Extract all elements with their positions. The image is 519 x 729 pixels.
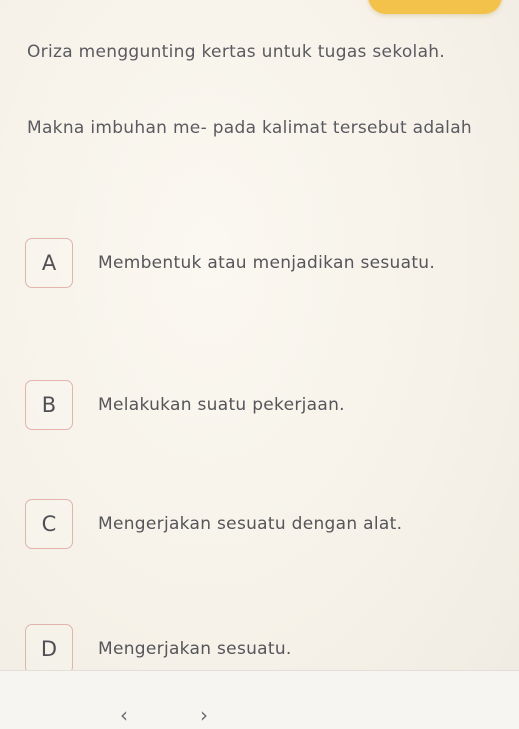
question-text: Oriza menggunting kertas untuk tugas sek… [27, 32, 497, 184]
option-a[interactable]: A Membentuk atau menjadikan sesuatu. [25, 238, 478, 288]
option-c[interactable]: C Mengerjakan sesuatu dengan alat. [25, 499, 478, 549]
option-a-text: Membentuk atau menjadikan sesuatu. [98, 253, 436, 273]
option-d-letter-box[interactable]: D [25, 624, 73, 674]
option-d[interactable]: D Mengerjakan sesuatu. [25, 624, 478, 674]
option-b-text: Melakukan suatu pekerjaan. [98, 395, 345, 415]
chevron-left-icon[interactable]: ‹ [120, 705, 128, 725]
option-c-letter-box[interactable]: C [25, 499, 73, 549]
option-a-letter-box[interactable]: A [25, 238, 73, 288]
option-c-text: Mengerjakan sesuatu dengan alat. [98, 514, 403, 534]
option-b[interactable]: B Melakukan suatu pekerjaan. [25, 380, 478, 430]
question-prompt: Makna imbuhan me- pada kalimat tersebut … [27, 118, 472, 138]
chevron-right-icon[interactable]: › [200, 705, 208, 725]
option-b-letter-box[interactable]: B [25, 380, 73, 430]
question-sentence: Oriza menggunting kertas untuk tugas sek… [27, 42, 446, 62]
bottom-navigation-bar [0, 671, 519, 729]
option-d-text: Mengerjakan sesuatu. [98, 639, 292, 659]
top-accent-button[interactable] [368, 0, 502, 14]
